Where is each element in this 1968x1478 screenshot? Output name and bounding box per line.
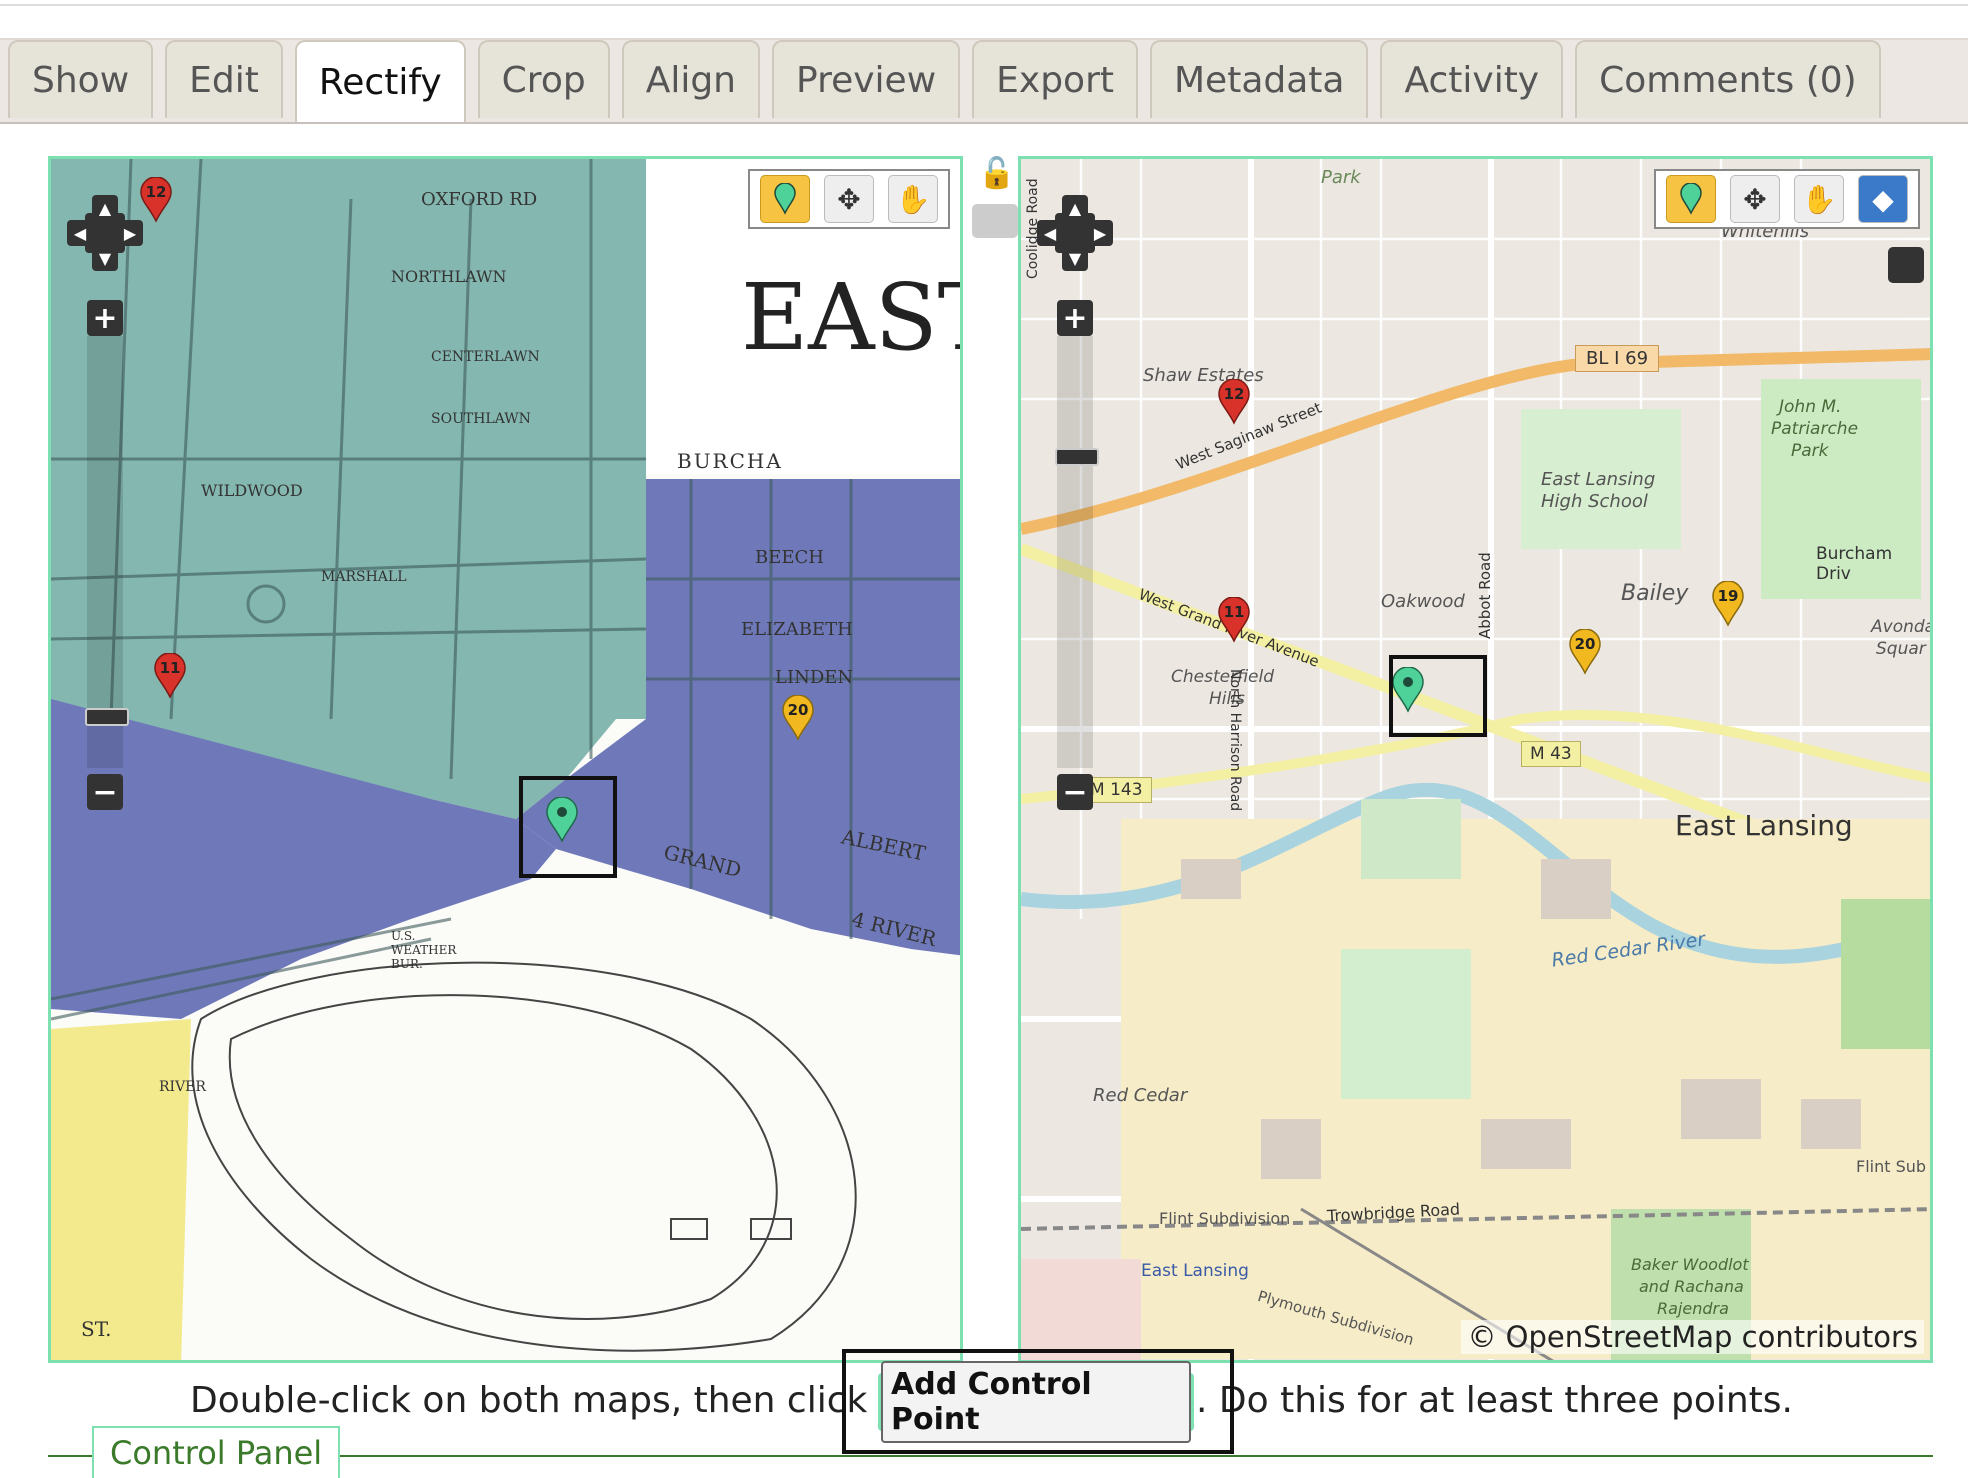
tab-activity[interactable]: Activity	[1380, 40, 1564, 118]
label-east: EAST	[741, 264, 960, 371]
label-red-cedar: Red Cedar	[1093, 1085, 1188, 1106]
label-flint-sub-east: Flint Sub	[1856, 1157, 1927, 1176]
zoom-out-button[interactable]: −	[1057, 774, 1093, 810]
historical-map[interactable]: OXFORD RD NORTHLAWN CENTERLAWN SOUTHLAWN…	[48, 156, 963, 1363]
label-burcham: BURCHA	[677, 449, 783, 473]
zoom-bar[interactable]: + −	[85, 300, 129, 810]
label-bailey: Bailey	[1621, 581, 1689, 606]
label-east-lansing: East Lansing	[1675, 809, 1853, 842]
label-el-high-school-2: High School	[1541, 491, 1648, 512]
label-elizabeth: ELIZABETH	[741, 619, 853, 640]
pan-control[interactable]: ▲ ▼ ◀ ▶	[67, 195, 143, 271]
label-east-lansing-station: East Lansing	[1141, 1261, 1249, 1281]
pan-down-arrow-icon[interactable]: ▼	[92, 245, 118, 271]
tab-rectify[interactable]: Rectify	[294, 40, 466, 122]
label-chesterfield: Chesterfield	[1171, 667, 1275, 687]
pan-up-arrow-icon[interactable]: ▲	[92, 195, 118, 221]
control-point-marker-11[interactable]: 11	[1217, 597, 1251, 643]
control-point-marker-11[interactable]: 11	[153, 653, 187, 699]
pan-up-arrow-icon[interactable]: ▲	[1062, 195, 1088, 221]
instructions-before: Double-click on both maps, then click	[190, 1380, 868, 1421]
label-linden: LINDEN	[775, 667, 854, 688]
zoom-in-button[interactable]: +	[87, 300, 123, 336]
control-point-marker-12[interactable]: 12	[139, 177, 173, 223]
zoom-track[interactable]	[87, 336, 123, 768]
pan-down-arrow-icon[interactable]: ▼	[1062, 245, 1088, 271]
pan-right-arrow-icon[interactable]: ▶	[1087, 220, 1113, 246]
control-point-marker-12[interactable]: 12	[1217, 379, 1251, 425]
label-burcham-drive: Burcham Driv	[1816, 544, 1893, 584]
button-highlight-box	[842, 1349, 1234, 1454]
label-baker-woodlot: Baker Woodlot	[1631, 1255, 1749, 1274]
control-point-marker-19[interactable]: 19	[1711, 581, 1745, 627]
pan-control[interactable]: ▲ ▼ ◀ ▶	[1037, 195, 1113, 271]
label-wildwood: WILDWOOD	[201, 481, 303, 500]
label-park-top: Park	[1321, 167, 1361, 188]
zoom-out-button[interactable]: −	[87, 774, 123, 810]
label-weather-bureau: U.S. WEATHER BUR.	[391, 929, 457, 971]
tab-metadata[interactable]: Metadata	[1150, 40, 1369, 118]
label-abbot-road: Abbot Road	[1476, 552, 1494, 639]
tab-edit[interactable]: Edit	[165, 40, 283, 118]
move-icon[interactable]: ✥	[824, 175, 874, 223]
control-panel-legend[interactable]: Control Panel	[92, 1426, 341, 1478]
zoom-track[interactable]	[1057, 336, 1093, 768]
pan-left-arrow-icon[interactable]: ◀	[67, 220, 93, 246]
tab-export[interactable]: Export	[972, 40, 1138, 118]
tab-bar: Show Edit Rectify Crop Align Preview Exp…	[8, 40, 1881, 122]
label-st: ST.	[81, 1317, 112, 1341]
control-point-marker-20[interactable]: 20	[781, 695, 815, 741]
label-beech: BEECH	[755, 547, 824, 568]
label-el-high-school-1: East Lansing	[1541, 469, 1656, 490]
label-bli69: BL I 69	[1575, 345, 1660, 372]
label-river: RIVER	[159, 1079, 206, 1095]
lock-icon[interactable]: 🔓	[978, 156, 1015, 191]
layer-switcher-icon[interactable]	[1888, 247, 1924, 283]
add-marker-icon[interactable]	[760, 175, 810, 223]
tab-crop[interactable]: Crop	[477, 40, 610, 118]
reference-map-tiles	[1021, 159, 1930, 1360]
label-john-m: John M.	[1779, 397, 1842, 417]
layers-add-icon[interactable]: ◆	[1858, 175, 1908, 223]
pan-left-arrow-icon[interactable]: ◀	[1037, 220, 1063, 246]
selected-point-highlight	[1389, 655, 1487, 737]
add-marker-icon[interactable]	[1666, 175, 1716, 223]
reference-map[interactable]: Park Whitehills Shaw Estates BL I 69 Joh…	[1018, 156, 1933, 1363]
selected-point-highlight	[519, 776, 617, 878]
label-centerlawn: CENTERLAWN	[431, 349, 540, 365]
tab-align[interactable]: Align	[621, 40, 761, 118]
keyboard-icon[interactable]	[972, 204, 1018, 238]
tab-comments[interactable]: Comments (0)	[1575, 40, 1881, 118]
label-oxford: OXFORD RD	[421, 189, 538, 210]
zoom-slider-handle[interactable]	[85, 708, 129, 726]
label-flint-subdivision: Flint Subdivision	[1159, 1209, 1291, 1228]
move-icon[interactable]: ✥	[1730, 175, 1780, 223]
pan-right-arrow-icon[interactable]: ▶	[117, 220, 143, 246]
zoom-slider-handle[interactable]	[1055, 448, 1099, 466]
top-border	[0, 0, 1968, 6]
label-patriarche: Patriarche	[1771, 419, 1859, 439]
zoom-in-button[interactable]: +	[1057, 300, 1093, 336]
label-m43: M 43	[1521, 741, 1581, 767]
pan-hand-icon[interactable]: ✋	[888, 175, 938, 223]
map-attribution: © OpenStreetMap contributors	[1461, 1320, 1924, 1354]
label-north-harrison-road: North Harrison Road	[1227, 669, 1243, 812]
pan-hand-icon[interactable]: ✋	[1794, 175, 1844, 223]
label-southlawn: SOUTHLAWN	[431, 411, 531, 427]
zoom-bar[interactable]: + −	[1055, 300, 1099, 810]
label-park: Park	[1791, 441, 1829, 461]
label-marshall: MARSHALL	[321, 569, 407, 585]
left-map-toolbar: ✥ ✋	[748, 169, 950, 229]
control-point-marker-20[interactable]: 20	[1568, 629, 1602, 675]
right-map-toolbar: ✥ ✋ ◆	[1654, 169, 1920, 229]
label-square: Squar	[1876, 639, 1926, 659]
label-oakwood: Oakwood	[1381, 591, 1465, 612]
tab-show[interactable]: Show	[8, 40, 154, 118]
label-and-rachana: and Rachana	[1639, 1277, 1744, 1296]
tab-preview[interactable]: Preview	[772, 40, 961, 118]
label-rajendra: Rajendra	[1657, 1299, 1729, 1318]
label-northlawn: NORTHLAWN	[391, 267, 507, 286]
label-avondale: Avonda	[1871, 617, 1933, 637]
instructions-after: . Do this for at least three points.	[1196, 1380, 1793, 1421]
